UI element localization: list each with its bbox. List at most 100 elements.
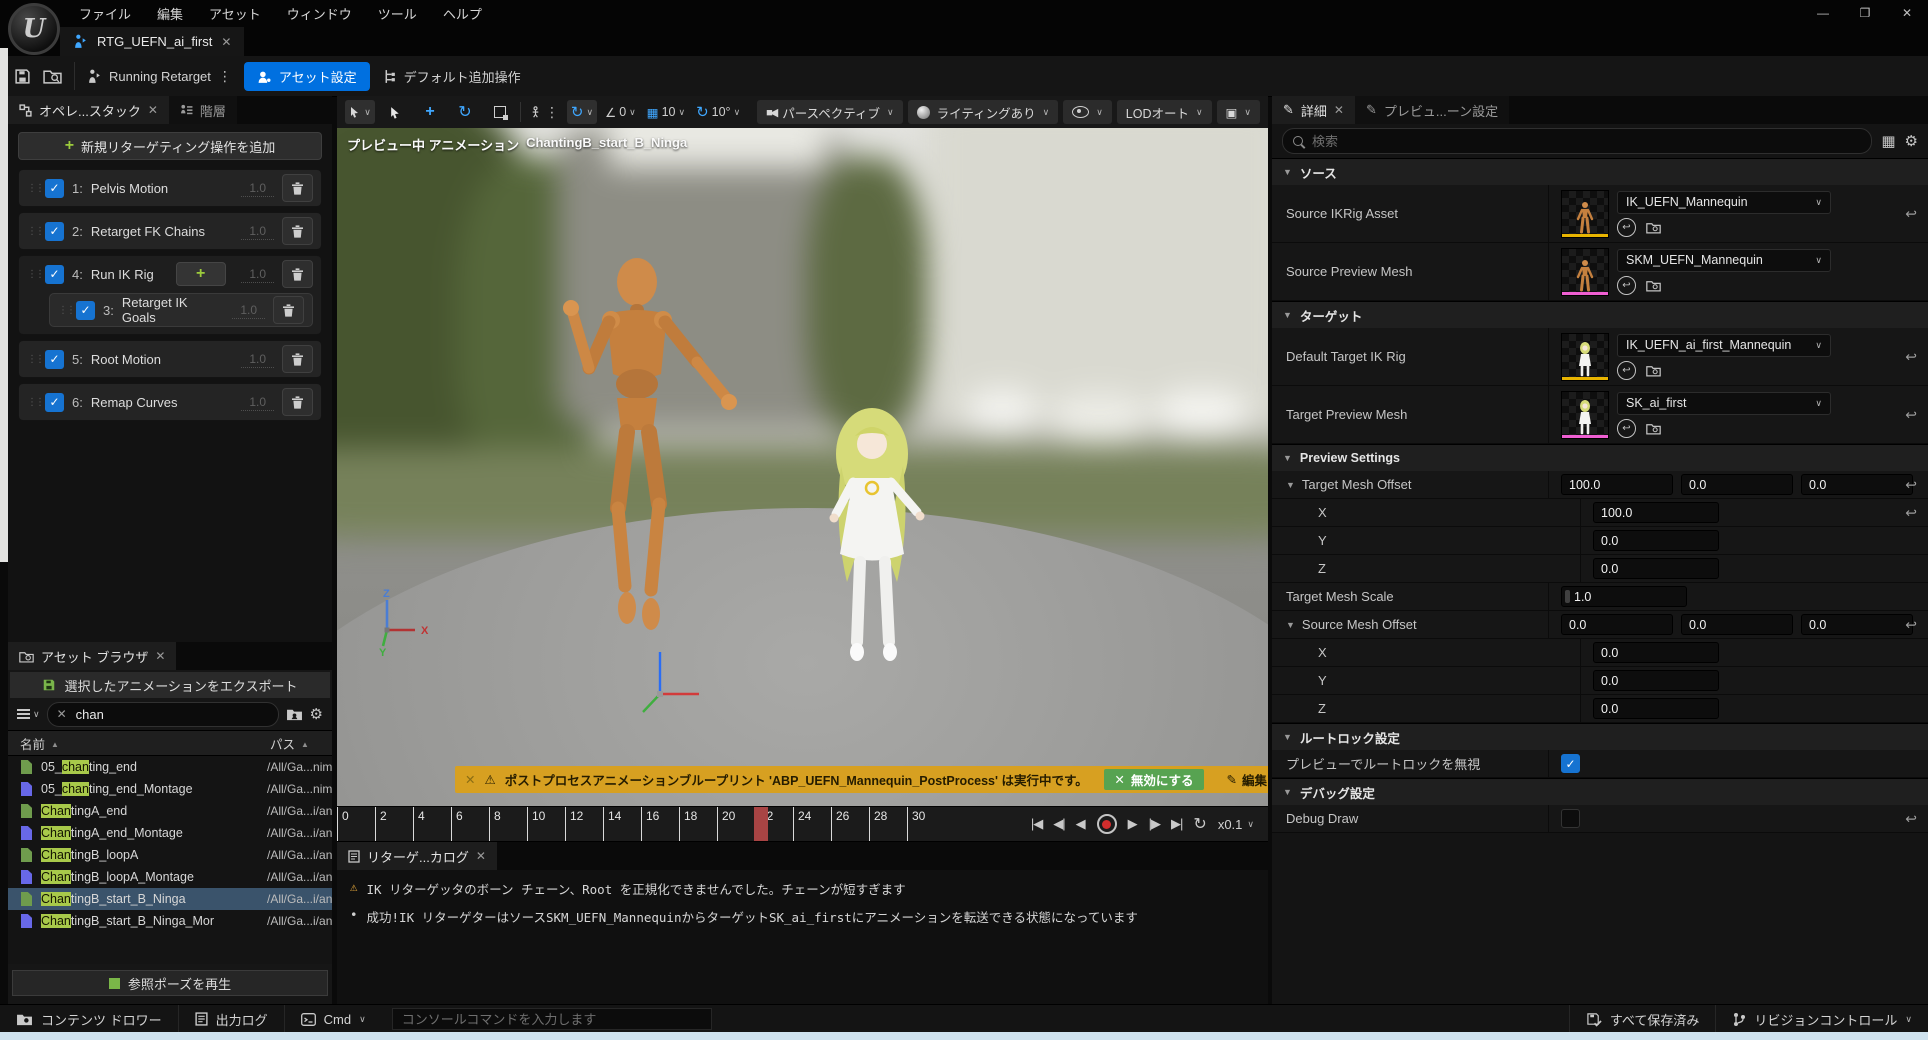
running-retarget-button[interactable]: Running Retarget ⋮ — [87, 68, 232, 85]
save-button[interactable] — [14, 68, 31, 85]
use-selected-asset-icon[interactable]: ↩ — [1617, 361, 1636, 380]
step-backward-button[interactable] — [1053, 816, 1064, 832]
op-weight-spinbox[interactable]: 1.0 — [241, 180, 274, 197]
asset-settings-button[interactable]: アセット設定 — [244, 62, 370, 91]
browse-to-asset-icon[interactable] — [1646, 422, 1661, 435]
ignore-root-lock-checkbox[interactable] — [1561, 754, 1580, 773]
minimize-button[interactable]: — — [1802, 0, 1844, 26]
tab-op-stack[interactable]: オペレ...スタック ✕ — [8, 96, 169, 124]
op-enabled-checkbox[interactable] — [45, 222, 64, 241]
collapse-triangle-icon[interactable]: ▼ — [1286, 620, 1295, 630]
export-animations-button[interactable]: 選択したアニメーションをエクスポート — [10, 672, 330, 698]
reset-to-default-icon[interactable]: ↩ — [1905, 810, 1917, 827]
browse-to-asset-button[interactable] — [43, 68, 62, 84]
asset-row[interactable]: ChantingB_loopA_Montage /All/Ga...i/anim… — [8, 866, 332, 888]
clear-search-icon[interactable]: ✕ — [57, 707, 67, 721]
delete-op-button[interactable] — [273, 296, 304, 324]
vector-z-field[interactable]: 0.0 — [1801, 614, 1913, 635]
revision-control-button[interactable]: リビジョンコントロール ∨ — [1716, 1005, 1928, 1033]
show-flags-dropdown[interactable]: ∨ — [1063, 100, 1112, 124]
vector-x-field[interactable]: 100.0 — [1561, 474, 1673, 495]
op-row-root-motion[interactable]: ⋮⋮ 5: Root Motion 1.0 — [18, 340, 322, 378]
delete-op-button[interactable] — [282, 388, 313, 416]
display-options-grid-icon[interactable]: ▦ — [1881, 132, 1895, 150]
op-row-run-ik-rig[interactable]: ⋮⋮ 4: Run IK Rig + 1.0 — [19, 256, 321, 292]
delete-op-button[interactable] — [282, 217, 313, 245]
doc-tab-close-icon[interactable]: ✕ — [221, 35, 231, 49]
scale-tool-button[interactable] — [485, 100, 515, 124]
delete-op-button[interactable] — [282, 260, 313, 288]
tab-preview-scene-settings[interactable]: ✎ プレビュ...ーン設定 — [1355, 96, 1509, 124]
asset-thumbnail[interactable] — [1561, 333, 1609, 381]
reset-to-default-icon[interactable]: ↩ — [1905, 476, 1917, 493]
number-field[interactable]: 1.0 — [1561, 586, 1687, 607]
target-anime-character[interactable] — [807, 396, 937, 676]
loop-button[interactable] — [1193, 814, 1206, 834]
scrub-handle[interactable] — [1565, 590, 1570, 603]
view-mode-dropdown[interactable]: ライティングあり ∨ — [908, 100, 1059, 124]
browse-to-asset-icon[interactable] — [1646, 364, 1661, 377]
number-field[interactable]: 0.0 — [1593, 670, 1719, 691]
menu-tools[interactable]: ツール — [365, 0, 430, 27]
op-enabled-checkbox[interactable] — [45, 393, 64, 412]
source-ikrig-dropdown[interactable]: IK_UEFN_Mannequin ∨ — [1617, 191, 1831, 214]
op-row-retarget-fk-chains[interactable]: ⋮⋮ 2: Retarget FK Chains 1.0 — [18, 212, 322, 250]
reset-to-default-icon[interactable]: ↩ — [1905, 504, 1917, 521]
number-field[interactable]: 0.0 — [1593, 642, 1719, 663]
vector-x-field[interactable]: 0.0 — [1561, 614, 1673, 635]
details-search-input[interactable] — [1310, 133, 1861, 150]
op-enabled-checkbox[interactable] — [76, 301, 95, 320]
op-weight-spinbox[interactable]: 1.0 — [241, 394, 274, 411]
asset-row[interactable]: ChantingA_end_Montage /All/Ga...i/anim/ — [8, 822, 332, 844]
tab-hierarchy[interactable]: 階層 — [169, 96, 237, 124]
number-field[interactable]: 0.0 — [1593, 558, 1719, 579]
asset-row[interactable]: 05_chanting_end_Montage /All/Ga...nim/05… — [8, 778, 332, 800]
collapse-triangle-icon[interactable]: ▼ — [1286, 480, 1295, 490]
default-chain-ops-button[interactable]: デフォルト追加操作 — [382, 67, 521, 86]
reset-to-default-icon[interactable]: ↩ — [1905, 616, 1917, 633]
tab-details-close-icon[interactable]: ✕ — [1334, 103, 1344, 117]
drag-handle-icon[interactable]: ⋮⋮ — [27, 400, 37, 405]
debug-draw-checkbox[interactable] — [1561, 809, 1580, 828]
disable-postprocess-button[interactable]: ✕ 無効にする — [1104, 769, 1203, 790]
vector-y-field[interactable]: 0.0 — [1681, 474, 1793, 495]
play-button[interactable] — [1128, 816, 1138, 832]
use-selected-asset-icon[interactable]: ↩ — [1617, 276, 1636, 295]
delete-op-button[interactable] — [282, 174, 313, 202]
screenshot-dropdown[interactable]: ▣ ∨ — [1217, 100, 1260, 124]
output-log-button[interactable]: 出力ログ — [179, 1005, 284, 1033]
menu-edit[interactable]: 編集 — [144, 0, 196, 27]
edit-postprocess-button[interactable]: ✎ 編集 — [1227, 770, 1268, 789]
play-reference-pose-button[interactable]: 参照ポーズを再生 — [12, 970, 328, 996]
save-status-button[interactable]: すべて保存済み — [1570, 1005, 1716, 1033]
source-mannequin-character[interactable] — [517, 256, 767, 676]
browse-to-asset-icon[interactable] — [1646, 279, 1661, 292]
console-command-input[interactable] — [392, 1008, 712, 1030]
character-options-button[interactable]: ⋮ — [526, 100, 562, 124]
asset-row[interactable]: ChantingB_loopA /All/Ga...i/anim/ — [8, 844, 332, 866]
asset-row[interactable]: 05_chanting_end /All/Ga...nim/05_ — [8, 756, 332, 778]
tab-asset-browser[interactable]: アセット ブラウザ ✕ — [8, 642, 176, 670]
asset-thumbnail[interactable] — [1561, 190, 1609, 238]
timeline-scrubber[interactable]: 0 2 4 6 8 10 12 14 16 18 20 22 24 26 28 … — [337, 807, 1017, 841]
tab-retarget-log-close-icon[interactable]: ✕ — [476, 849, 486, 863]
drag-handle-icon[interactable]: ⋮⋮ — [27, 229, 37, 234]
section-root-lock[interactable]: ▼ ルートロック設定 — [1272, 723, 1928, 750]
grid-snap-button[interactable]: ▦ 10 ∨ — [644, 100, 688, 124]
drag-handle-icon[interactable]: ⋮⋮ — [58, 308, 68, 313]
menu-window[interactable]: ウィンドウ — [274, 0, 365, 27]
column-header-path[interactable]: パス — [270, 734, 332, 753]
browse-to-asset-icon[interactable] — [1646, 221, 1661, 234]
rotate-tool-button[interactable]: ↻ — [450, 100, 480, 124]
lod-dropdown[interactable]: LODオート ∨ — [1117, 100, 1212, 124]
section-debug[interactable]: ▼ デバッグ設定 — [1272, 778, 1928, 805]
tab-details[interactable]: ✎ 詳細 ✕ — [1272, 96, 1355, 124]
close-button[interactable]: ✕ — [1886, 0, 1928, 26]
section-target[interactable]: ▼ ターゲット — [1272, 301, 1928, 328]
op-weight-spinbox[interactable]: 1.0 — [232, 302, 265, 319]
op-enabled-checkbox[interactable] — [45, 265, 64, 284]
reset-to-default-icon[interactable]: ↩ — [1905, 348, 1917, 365]
use-selected-asset-icon[interactable]: ↩ — [1617, 218, 1636, 237]
drag-handle-icon[interactable]: ⋮⋮ — [27, 357, 37, 362]
go-to-front-button[interactable] — [1031, 816, 1042, 832]
